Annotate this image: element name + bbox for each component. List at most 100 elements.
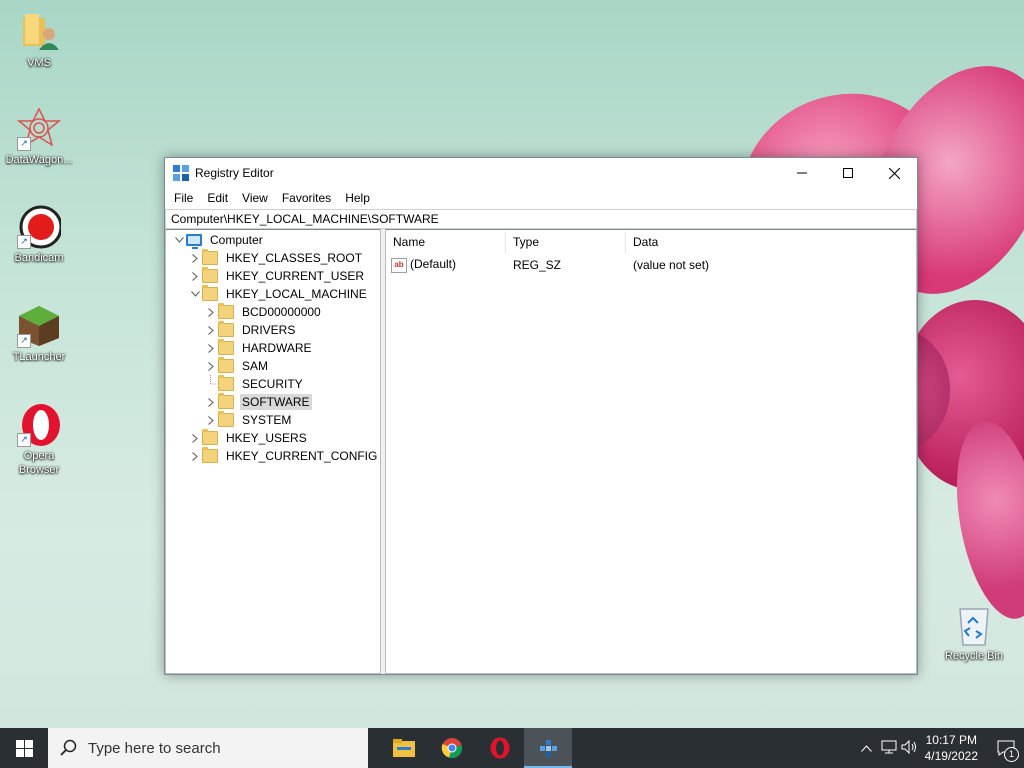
menu-favorites[interactable]: Favorites bbox=[275, 191, 338, 205]
menu-edit[interactable]: Edit bbox=[200, 191, 235, 205]
desktop-icon-tlauncher[interactable]: ↗ TLauncher bbox=[1, 304, 77, 364]
tree-item-label: DRIVERS bbox=[242, 323, 296, 337]
network-button[interactable] bbox=[879, 740, 899, 757]
tree-item-computer[interactable]: Computer bbox=[166, 231, 380, 249]
chevron-right-icon[interactable] bbox=[188, 429, 202, 447]
tree-item-security[interactable]: SECURITY bbox=[166, 375, 380, 393]
chevron-down-icon[interactable] bbox=[188, 285, 202, 303]
menu-file[interactable]: File bbox=[167, 191, 200, 205]
tree-item-hkey-current-config[interactable]: HKEY_CURRENT_CONFIG bbox=[166, 447, 380, 465]
tree-item-system[interactable]: SYSTEM bbox=[166, 411, 380, 429]
volume-icon bbox=[901, 739, 916, 754]
folder-icon bbox=[218, 375, 234, 391]
taskbar-file-explorer[interactable] bbox=[380, 728, 428, 768]
recycle-bin-icon bbox=[952, 603, 996, 647]
notifications-button[interactable]: 1 bbox=[988, 728, 1024, 768]
values-list: Name Type Data ab (Default) REG_SZ (value… bbox=[385, 229, 917, 674]
folder-icon bbox=[218, 303, 234, 319]
tree-item-sam[interactable]: SAM bbox=[166, 357, 380, 375]
registry-tree: Computer HKEY_CLASSES_ROOT HKEY_CURRENT_US… bbox=[165, 229, 381, 674]
column-header-name[interactable]: Name bbox=[386, 231, 506, 253]
tree-item-label: HKEY_CURRENT_USER bbox=[226, 269, 365, 283]
windows-logo-icon bbox=[15, 739, 33, 757]
taskbar: Type here to search 10:17 PM 4/19/2022 1 bbox=[0, 728, 1024, 768]
datawagon-icon: ↗ bbox=[16, 107, 62, 151]
column-header-type[interactable]: Type bbox=[506, 231, 626, 253]
search-placeholder: Type here to search bbox=[88, 739, 221, 757]
tree-item-drivers[interactable]: DRIVERS bbox=[166, 321, 380, 339]
window-title: Registry Editor bbox=[195, 166, 274, 180]
taskbar-search-box[interactable]: Type here to search bbox=[48, 728, 368, 768]
tree-item-label: HKEY_CLASSES_ROOT bbox=[226, 251, 363, 265]
tree-connector-line bbox=[204, 375, 218, 393]
chevron-right-icon[interactable] bbox=[188, 447, 202, 465]
tree-item-hkey-local-machine[interactable]: HKEY_LOCAL_MACHINE bbox=[166, 285, 380, 303]
desktop-icon-bandicam[interactable]: ↗ Bandicam bbox=[1, 205, 77, 265]
menu-help[interactable]: Help bbox=[338, 191, 377, 205]
taskbar-chrome[interactable] bbox=[428, 728, 476, 768]
folder-icon bbox=[202, 267, 218, 283]
folder-icon bbox=[202, 249, 218, 265]
tree-item-label: SAM bbox=[242, 359, 269, 373]
tree-item-label: SOFTWARE bbox=[240, 394, 312, 410]
tree-item-hkey-classes-root[interactable]: HKEY_CLASSES_ROOT bbox=[166, 249, 380, 267]
taskbar-opera[interactable] bbox=[476, 728, 524, 768]
folder-icon bbox=[218, 339, 234, 355]
desktop-icon-datawagon[interactable]: ↗ DataWagon... bbox=[1, 107, 77, 167]
tree-item-label: SYSTEM bbox=[242, 413, 292, 427]
address-bar[interactable]: Computer\HKEY_LOCAL_MACHINE\SOFTWARE bbox=[165, 209, 917, 229]
start-button[interactable] bbox=[0, 728, 48, 768]
clock-time: 10:17 PM bbox=[925, 733, 977, 747]
tree-item-label: HKEY_USERS bbox=[226, 431, 307, 445]
clock[interactable]: 10:17 PM 4/19/2022 bbox=[925, 732, 978, 764]
tree-item-label: SECURITY bbox=[242, 377, 303, 391]
regedit-icon bbox=[540, 740, 557, 757]
show-hidden-icons-button[interactable] bbox=[855, 741, 879, 755]
tree-item-label: HKEY_CURRENT_CONFIG bbox=[226, 449, 378, 463]
chevron-right-icon[interactable] bbox=[204, 321, 218, 339]
chevron-down-icon[interactable] bbox=[172, 231, 186, 249]
tree-item-bcd00000000[interactable]: BCD00000000 bbox=[166, 303, 380, 321]
folder-icon bbox=[202, 285, 218, 301]
close-button[interactable] bbox=[871, 158, 917, 188]
value-row[interactable]: ab (Default) REG_SZ (value not set) bbox=[386, 254, 916, 276]
bandicam-icon: ↗ bbox=[17, 205, 63, 249]
desktop-icon-recycle-bin[interactable]: Recycle Bin bbox=[936, 603, 1012, 663]
system-tray: 10:17 PM 4/19/2022 1 bbox=[855, 728, 1024, 768]
chevron-right-icon[interactable] bbox=[204, 411, 218, 429]
list-header: Name Type Data bbox=[386, 230, 916, 254]
desktop-icon-opera[interactable]: ↗ Opera Browser bbox=[1, 403, 77, 477]
folder-icon bbox=[218, 411, 234, 427]
volume-button[interactable] bbox=[899, 739, 921, 757]
folder-icon bbox=[218, 357, 234, 373]
minimize-button[interactable] bbox=[779, 158, 825, 188]
folder-icon bbox=[218, 321, 234, 337]
tree-item-software[interactable]: SOFTWARE bbox=[166, 393, 380, 411]
chevron-right-icon[interactable] bbox=[188, 249, 202, 267]
shortcut-arrow-icon: ↗ bbox=[17, 235, 31, 249]
chevron-right-icon[interactable] bbox=[204, 393, 218, 411]
tree-item-label: HARDWARE bbox=[242, 341, 312, 355]
taskbar-registry-editor[interactable] bbox=[524, 728, 572, 768]
folder-icon bbox=[202, 429, 218, 445]
close-icon bbox=[888, 167, 900, 179]
chevron-right-icon[interactable] bbox=[188, 267, 202, 285]
tree-item-hkey-users[interactable]: HKEY_USERS bbox=[166, 429, 380, 447]
minimize-icon bbox=[797, 172, 807, 174]
chevron-right-icon[interactable] bbox=[204, 339, 218, 357]
network-icon bbox=[881, 740, 897, 753]
title-bar[interactable]: Registry Editor bbox=[165, 158, 917, 188]
menu-bar: File Edit View Favorites Help bbox=[165, 188, 917, 208]
chevron-right-icon[interactable] bbox=[204, 357, 218, 375]
registry-editor-window: Registry Editor File Edit View Favorites… bbox=[164, 157, 918, 675]
maximize-button[interactable] bbox=[825, 158, 871, 188]
tree-item-hardware[interactable]: HARDWARE bbox=[166, 339, 380, 357]
desktop-icon-vms[interactable]: VMS bbox=[1, 10, 77, 70]
chevron-right-icon[interactable] bbox=[204, 303, 218, 321]
opera-icon bbox=[490, 737, 510, 759]
tree-item-hkey-current-user[interactable]: HKEY_CURRENT_USER bbox=[166, 267, 380, 285]
shortcut-arrow-icon: ↗ bbox=[17, 137, 31, 151]
column-header-data[interactable]: Data bbox=[626, 231, 806, 253]
chrome-icon bbox=[441, 738, 463, 758]
menu-view[interactable]: View bbox=[235, 191, 275, 205]
